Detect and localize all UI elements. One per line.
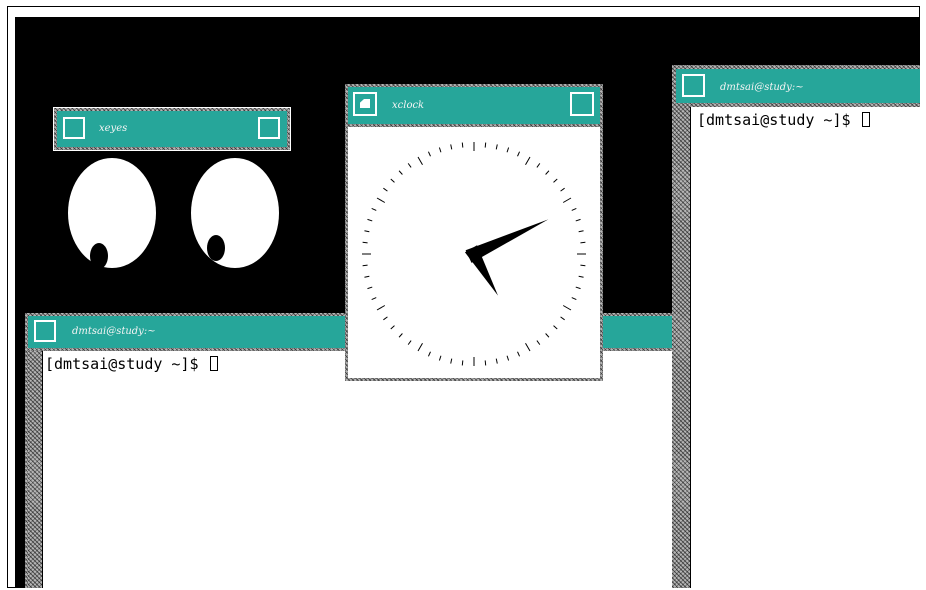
clock-tick <box>495 358 498 364</box>
clock-tick <box>517 151 521 157</box>
clock-tick <box>560 316 565 321</box>
clock-tick <box>383 187 388 192</box>
clock-tick <box>450 358 453 364</box>
xclock-iconify-button[interactable] <box>353 92 377 116</box>
terminal-right-title: dmtsai@study:~ <box>720 82 804 93</box>
terminal-left-cursor <box>209 356 218 371</box>
iconify-icon <box>360 99 370 108</box>
clock-tick <box>571 297 577 301</box>
clock-tick <box>575 286 581 290</box>
clock-tick <box>578 230 584 233</box>
clock-tick <box>407 163 412 168</box>
clock-tick <box>525 342 531 352</box>
clock-tick <box>484 360 487 366</box>
clock-tick <box>371 297 377 301</box>
clock-tick <box>517 351 521 357</box>
terminal-left-iconify-button[interactable] <box>34 320 56 342</box>
terminal-left-title: dmtsai@study:~ <box>72 326 156 337</box>
xeyes-eyes <box>68 158 279 269</box>
clock-tick <box>536 163 541 168</box>
clock-tick <box>427 351 431 357</box>
clock-tick <box>450 144 453 150</box>
clock-tick <box>525 156 531 166</box>
terminal-left-prompt: [dmtsai@study ~]$ <box>45 355 208 373</box>
clock-tick <box>398 333 403 338</box>
clock-tick <box>376 197 386 203</box>
clock-tick <box>545 333 550 338</box>
right-pupil <box>207 235 225 261</box>
clock-tick <box>398 170 403 175</box>
clock-tick <box>364 275 370 278</box>
clock-tick <box>562 305 572 311</box>
clock-tick <box>536 340 541 345</box>
terminal-right-line: [dmtsai@study ~]$ <box>697 111 870 129</box>
clock-tick <box>383 316 388 321</box>
clock-tick <box>367 286 373 290</box>
clock-tick <box>562 197 572 203</box>
clock-tick <box>461 142 464 148</box>
clock-tick <box>571 207 577 211</box>
clock-tick <box>580 241 586 244</box>
clock-tick <box>427 151 431 157</box>
clock-tick <box>376 305 386 311</box>
terminal-left-line: [dmtsai@study ~]$ <box>45 355 218 373</box>
clock-tick <box>553 178 558 183</box>
clock-tick <box>390 325 395 330</box>
xclock-title: xclock <box>392 100 425 111</box>
clock-tick <box>371 207 377 211</box>
terminal-right-prompt: [dmtsai@study ~]$ <box>697 111 860 129</box>
clock-tick <box>417 342 423 352</box>
clock-tick <box>506 147 510 153</box>
xclock-resize-button[interactable] <box>570 92 594 116</box>
root-window: xeyes dmtsai@study:~ [dmtsai@study ~]$ x… <box>15 17 920 588</box>
clock-tick <box>575 218 581 222</box>
clock-tick <box>438 147 442 153</box>
clock-tick <box>362 241 368 244</box>
clock-tick <box>553 325 558 330</box>
clock-tick <box>367 218 373 222</box>
clock-tick <box>362 264 368 267</box>
clock-tick <box>484 142 487 148</box>
clock-tick <box>545 170 550 175</box>
terminal-right-titlebar[interactable]: dmtsai@study:~ <box>676 69 920 103</box>
xeyes-iconify-button[interactable] <box>63 117 85 139</box>
terminal-left-body[interactable]: [dmtsai@study ~]$ <box>28 351 680 588</box>
xeyes-titlebar[interactable]: xeyes <box>53 107 291 151</box>
clock-tick <box>580 264 586 267</box>
terminal-right-iconify-button[interactable] <box>682 74 705 97</box>
clock-tick <box>417 156 423 166</box>
clock-tick <box>495 144 498 150</box>
xclock-titlebar[interactable]: xclock <box>348 87 600 124</box>
xclock-face <box>348 127 600 378</box>
right-eye <box>191 158 279 268</box>
terminal-right-body[interactable]: [dmtsai@study ~]$ <box>676 107 920 588</box>
clock-tick <box>390 178 395 183</box>
left-pupil <box>90 243 108 269</box>
clock-tick <box>407 340 412 345</box>
terminal-right-scrollbar[interactable] <box>676 107 691 588</box>
clock-dial <box>362 142 586 366</box>
clock-tick <box>438 355 442 361</box>
left-eye <box>68 158 156 268</box>
xeyes-title: xeyes <box>99 123 128 134</box>
clock-tick <box>578 275 584 278</box>
terminal-right-cursor <box>861 112 870 127</box>
terminal-left-scrollbar[interactable] <box>28 351 43 588</box>
clock-tick <box>364 230 370 233</box>
clock-tick <box>560 187 565 192</box>
xeyes-resize-button[interactable] <box>258 117 280 139</box>
clock-tick <box>461 360 464 366</box>
clock-tick <box>506 355 510 361</box>
